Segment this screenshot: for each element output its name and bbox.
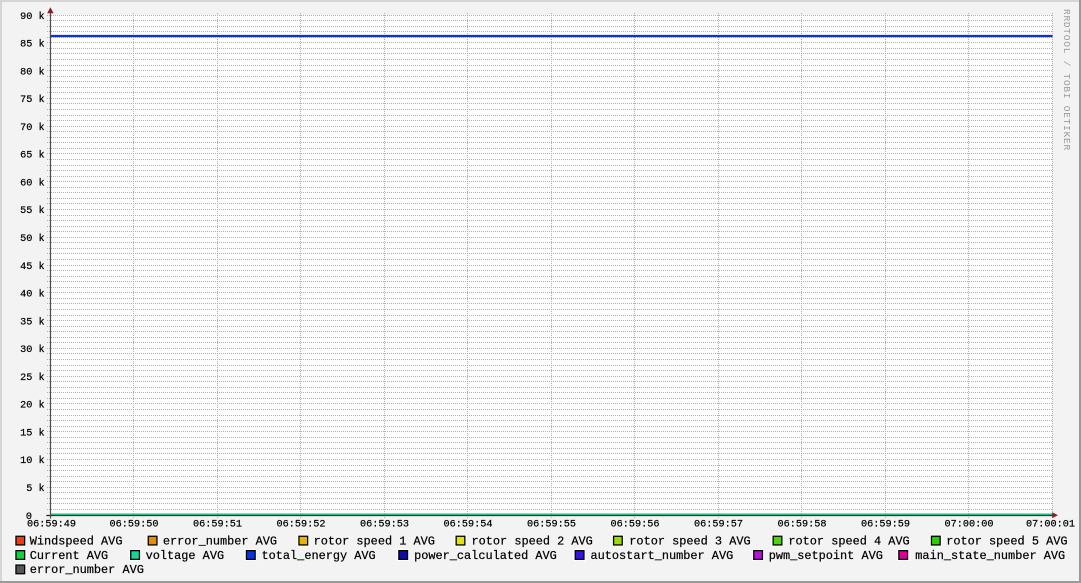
svg-text:07:00:00: 07:00:00 <box>945 520 994 531</box>
svg-text:35 k: 35 k <box>20 316 44 328</box>
svg-text:06:59:53: 06:59:53 <box>360 520 409 531</box>
svg-text:06:59:59: 06:59:59 <box>861 520 910 531</box>
svg-text:40 k: 40 k <box>20 289 44 301</box>
svg-text:15 k: 15 k <box>20 427 44 439</box>
svg-text:error_number AVG: error_number AVG <box>30 563 144 577</box>
svg-text:5 k: 5 k <box>26 483 44 495</box>
svg-text:autostart_number AVG: autostart_number AVG <box>591 549 734 563</box>
svg-text:06:59:49: 06:59:49 <box>27 520 76 531</box>
svg-text:55 k: 55 k <box>20 205 44 217</box>
svg-text:25 k: 25 k <box>20 372 44 384</box>
svg-text:main_state_number AVG: main_state_number AVG <box>915 549 1065 563</box>
svg-text:85 k: 85 k <box>20 39 44 51</box>
svg-text:error_number AVG: error_number AVG <box>163 534 277 548</box>
svg-text:rotor speed 4 AVG: rotor speed 4 AVG <box>788 534 909 548</box>
svg-text:06:59:52: 06:59:52 <box>277 520 326 531</box>
svg-text:Windspeed AVG: Windspeed AVG <box>30 534 123 548</box>
svg-text:70 k: 70 k <box>20 122 44 134</box>
svg-text:RRDTOOL / TOBI OETIKER: RRDTOOL / TOBI OETIKER <box>1061 9 1072 151</box>
svg-text:50 k: 50 k <box>20 233 44 245</box>
svg-text:20 k: 20 k <box>20 400 44 412</box>
svg-text:rotor speed 3 AVG: rotor speed 3 AVG <box>629 534 750 548</box>
svg-text:total_energy AVG: total_energy AVG <box>262 549 376 563</box>
svg-text:75 k: 75 k <box>20 94 44 106</box>
svg-text:06:59:57: 06:59:57 <box>694 520 743 531</box>
svg-text:voltage AVG: voltage AVG <box>146 549 225 563</box>
svg-text:rotor speed 5 AVG: rotor speed 5 AVG <box>946 534 1067 548</box>
svg-text:06:59:55: 06:59:55 <box>527 520 576 531</box>
svg-text:65 k: 65 k <box>20 150 44 162</box>
svg-text:60 k: 60 k <box>20 177 44 189</box>
svg-text:30 k: 30 k <box>20 344 44 356</box>
svg-text:Current AVG: Current AVG <box>30 549 109 563</box>
svg-text:80 k: 80 k <box>20 66 44 78</box>
svg-text:power_calculated AVG: power_calculated AVG <box>414 549 557 563</box>
svg-text:06:59:54: 06:59:54 <box>444 520 493 531</box>
svg-text:10 k: 10 k <box>20 455 44 467</box>
svg-text:rotor speed 2 AVG: rotor speed 2 AVG <box>472 534 593 548</box>
svg-text:90 k: 90 k <box>20 11 44 23</box>
svg-text:06:59:56: 06:59:56 <box>611 520 660 531</box>
svg-text:rotor speed 1 AVG: rotor speed 1 AVG <box>314 534 435 548</box>
svg-text:06:59:51: 06:59:51 <box>193 520 242 531</box>
svg-text:07:00:01: 07:00:01 <box>1026 520 1075 531</box>
svg-text:06:59:58: 06:59:58 <box>778 520 827 531</box>
svg-text:45 k: 45 k <box>20 261 44 273</box>
svg-text:pwm_setpoint AVG: pwm_setpoint AVG <box>769 549 883 563</box>
svg-text:06:59:50: 06:59:50 <box>110 520 159 531</box>
